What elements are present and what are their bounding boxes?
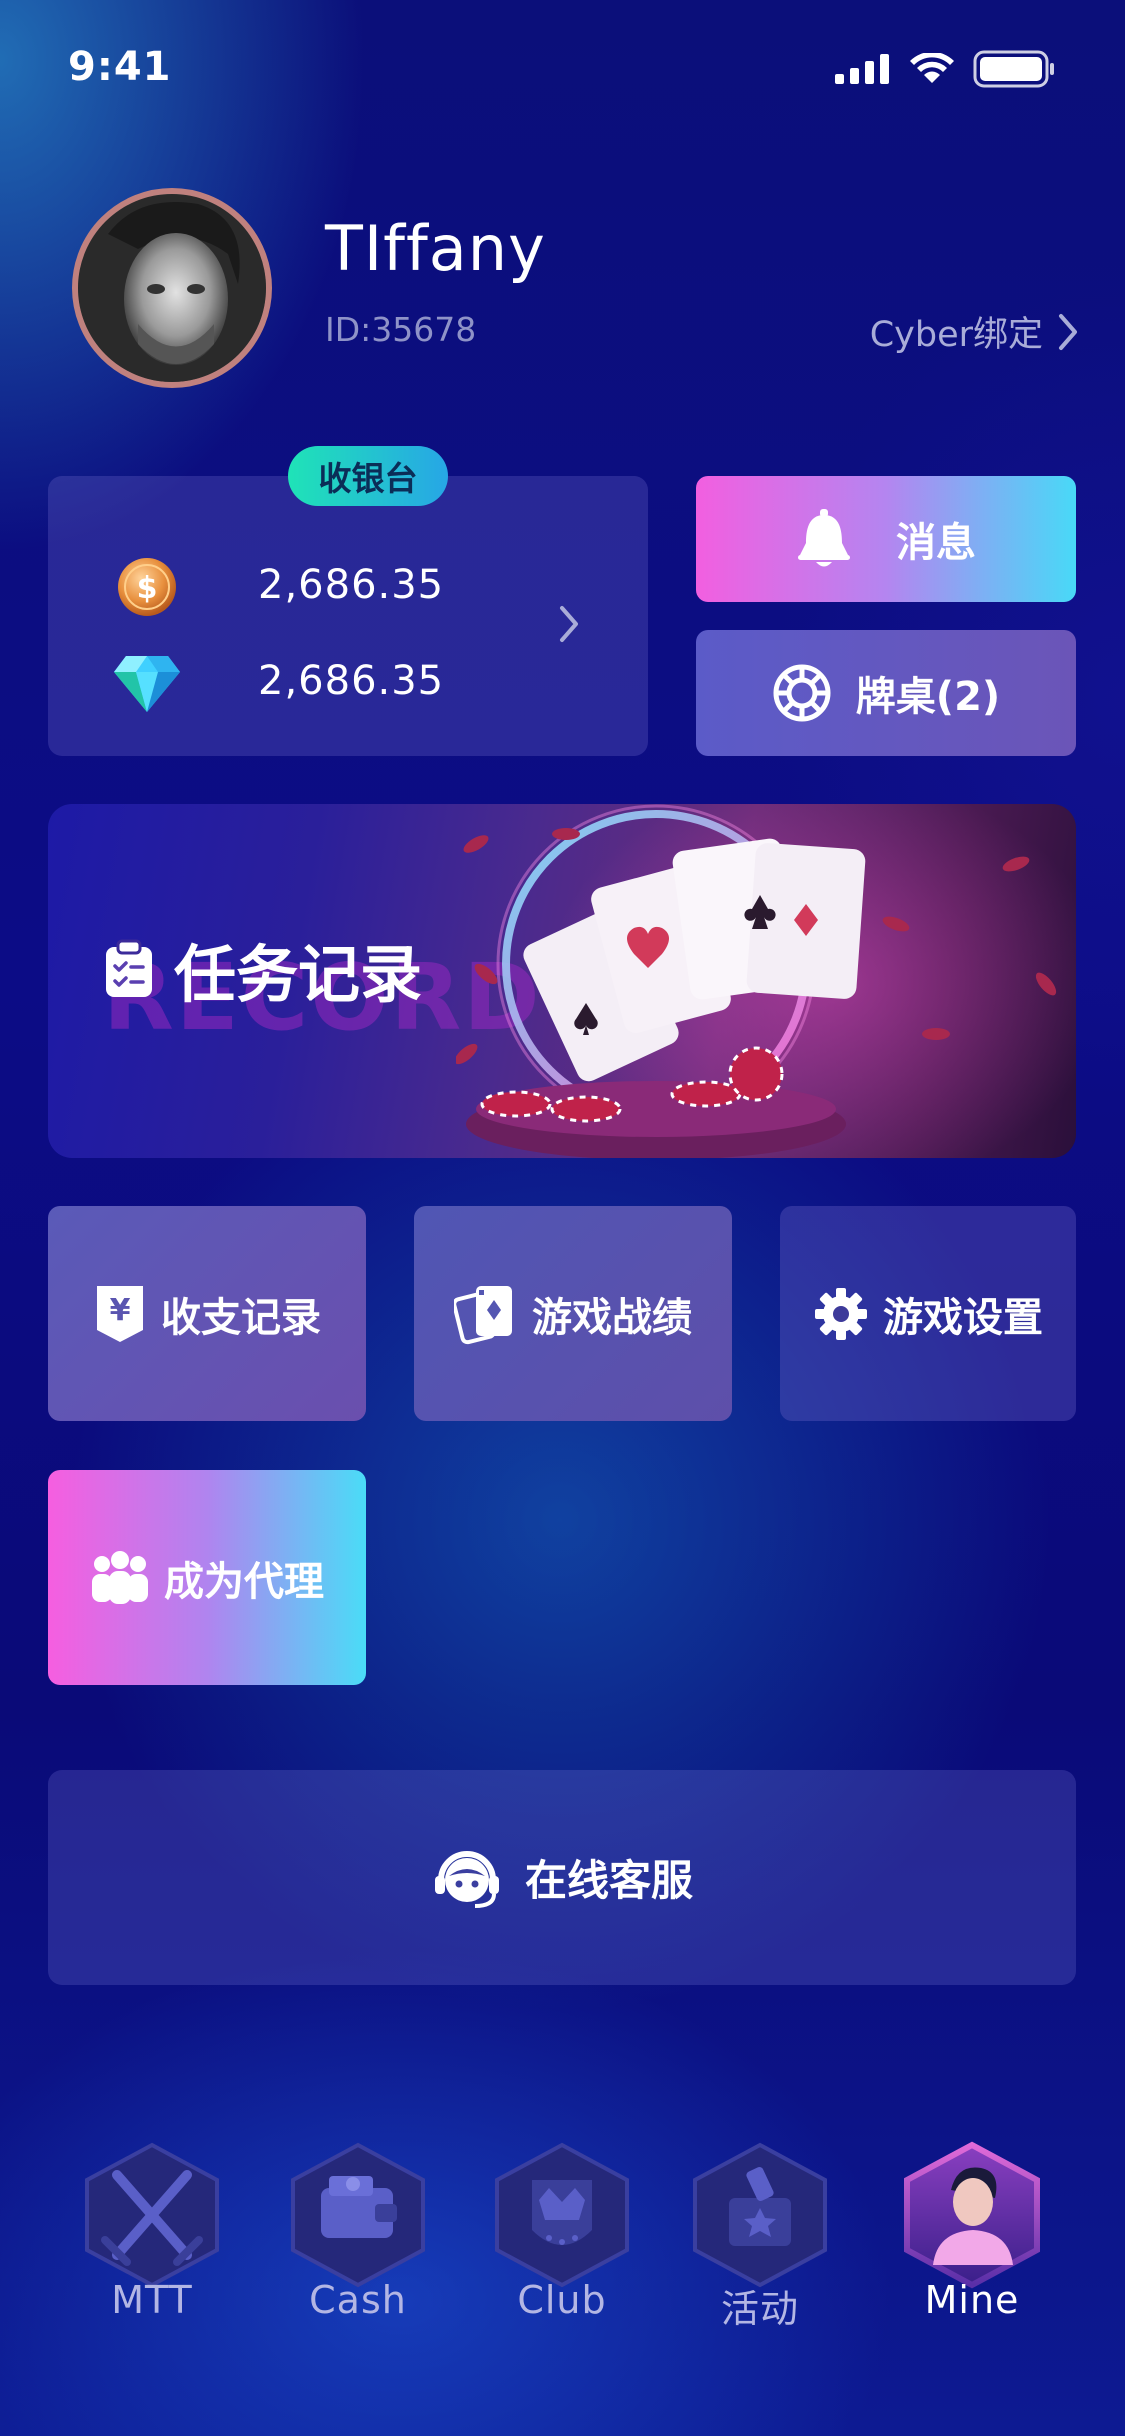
avatar[interactable] bbox=[72, 188, 272, 388]
clipboard-icon bbox=[106, 939, 152, 997]
cashier-badge: 收银台 bbox=[288, 446, 448, 506]
game-settings-button[interactable]: 游戏设置 bbox=[780, 1206, 1076, 1421]
gift-box-icon bbox=[693, 2142, 827, 2288]
become-agent-label: 成为代理 bbox=[164, 1558, 324, 1605]
tab-events-label: 活动 bbox=[720, 2287, 799, 2331]
poker-table-label: 牌桌(2) bbox=[855, 674, 1001, 720]
become-agent-button[interactable]: 成为代理 bbox=[48, 1470, 366, 1685]
income-expense-record-button[interactable]: ¥ 收支记录 bbox=[48, 1206, 366, 1421]
status-icons bbox=[835, 50, 1055, 88]
income-expense-label: 收支记录 bbox=[161, 1294, 321, 1341]
tab-events[interactable]: 活动 bbox=[680, 2140, 840, 2340]
banner-title-text: 任务记录 bbox=[174, 938, 423, 1011]
tab-club-label: Club bbox=[517, 2278, 607, 2322]
wifi-icon bbox=[910, 53, 954, 83]
tab-mine-label: Mine bbox=[924, 2278, 1020, 2322]
poker-chip-icon bbox=[773, 664, 831, 722]
group-users-icon bbox=[92, 1550, 148, 1604]
tab-mine[interactable]: Mine bbox=[892, 2140, 1052, 2340]
tab-cash-label: Cash bbox=[309, 2278, 407, 2322]
username: TIffany bbox=[325, 212, 546, 285]
poker-table-button[interactable]: 牌桌(2) bbox=[696, 630, 1076, 756]
diamond-icon bbox=[114, 656, 180, 712]
crossed-swords-icon bbox=[85, 2142, 219, 2288]
crown-shield-icon bbox=[495, 2142, 629, 2288]
tab-mtt-label: MTT bbox=[111, 2278, 193, 2322]
user-photo-icon bbox=[78, 194, 266, 382]
diamond-balance-row: 2,686.35 bbox=[48, 652, 648, 714]
chevron-right-icon bbox=[560, 606, 578, 642]
messages-button[interactable]: 消息 bbox=[696, 476, 1076, 602]
bottom-tab-bar: MTT Cash Club 活动 Mine bbox=[0, 2140, 1125, 2340]
game-settings-label: 游戏设置 bbox=[883, 1294, 1043, 1341]
gold-coin-icon: $ bbox=[118, 558, 176, 616]
chevron-right-icon bbox=[1059, 313, 1077, 350]
poker-cards-illustration-icon bbox=[456, 804, 1057, 1158]
tab-mtt[interactable]: MTT bbox=[72, 2140, 232, 2340]
diamond-balance: 2,686.35 bbox=[258, 658, 445, 704]
customer-service-icon bbox=[434, 1850, 499, 1908]
tab-cash[interactable]: Cash bbox=[278, 2140, 438, 2340]
user-avatar-icon bbox=[904, 2141, 1040, 2289]
playing-cards-icon bbox=[454, 1285, 512, 1344]
coin-balance: 2,686.35 bbox=[258, 562, 445, 608]
cashier-card[interactable]: 收银台 $ 2,686.35 2,686.35 bbox=[48, 446, 648, 756]
banner-title: 任务记录 bbox=[104, 924, 422, 1014]
status-time: 9:41 bbox=[68, 44, 172, 90]
cyber-bind-label: Cyber绑定 bbox=[869, 315, 1043, 355]
game-record-label: 游戏战绩 bbox=[532, 1294, 692, 1341]
online-support-label: 在线客服 bbox=[524, 1856, 693, 1905]
signal-icon bbox=[835, 54, 889, 84]
yen-document-icon: ¥ bbox=[97, 1285, 143, 1342]
battery-icon bbox=[973, 50, 1054, 88]
messages-label: 消息 bbox=[896, 520, 976, 566]
svg-text:¥: ¥ bbox=[110, 1293, 131, 1328]
tab-club[interactable]: Club bbox=[482, 2140, 642, 2340]
online-support-button[interactable]: 在线客服 bbox=[48, 1770, 1076, 1985]
gear-icon bbox=[815, 1287, 867, 1340]
task-record-banner[interactable]: RECORD 任务记录 bbox=[48, 804, 1076, 1158]
bell-icon bbox=[798, 509, 850, 567]
user-id: ID:35678 bbox=[325, 310, 477, 349]
wallet-icon bbox=[291, 2142, 425, 2288]
cyber-bind-link[interactable]: Cyber绑定 bbox=[870, 306, 1079, 357]
game-record-button[interactable]: 游戏战绩 bbox=[414, 1206, 732, 1421]
svg-text:$: $ bbox=[137, 571, 158, 606]
